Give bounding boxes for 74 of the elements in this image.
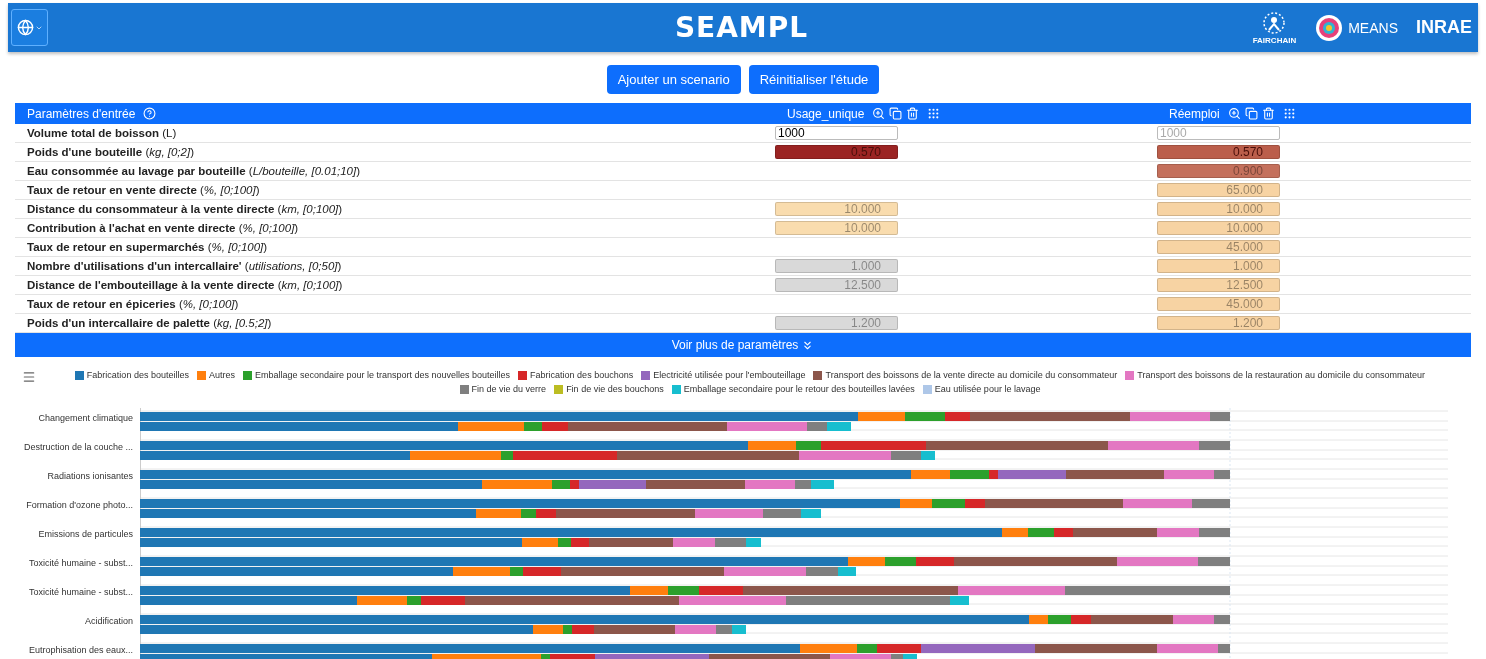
legend-label[interactable]: Transport des boissons de la vente directe au domicile du consommateur [825,370,1118,380]
legend-label[interactable]: Emballage secondaire pour le retour des bouteilles lavées [683,384,915,394]
value-field[interactable]: 12.500 [1157,278,1280,292]
trash-icon[interactable] [906,107,920,120]
legend-label[interactable]: Electricité utilisée pour l'embouteillage [653,370,806,380]
bar-segment [1028,528,1054,537]
logo: FAIRCHAIN [1252,10,1297,45]
value-field[interactable]: 10.000 [1157,221,1280,235]
category-label: Destruction de la couche ... [22,442,133,454]
copy-icon[interactable] [889,107,903,120]
parameter-label: Eau consommée au lavage par bouteille (L/bouteille, [0.01;10]) [26,165,362,177]
input-field[interactable]: 1000 [775,126,898,140]
scenario-title: Usage_unique [787,106,865,121]
column-title: Paramètres d'entrée [27,106,136,121]
parameter-label: Distance du consommateur à la vente directe (km, [0;100]) [26,203,344,215]
legend-label[interactable]: Eau utilisée pour le lavage [934,384,1041,394]
globe-icon [16,19,34,36]
logo: INRAE [1416,17,1472,38]
value-field[interactable]: 1.000 [775,259,898,273]
value-field[interactable]: 45.000 [1157,240,1280,254]
category-label: Toxicité humaine - subst... [27,587,133,599]
show-more-button[interactable]: Voir plus de paramètres [15,333,1471,357]
legend-label[interactable]: Autres [208,370,235,380]
parameter-label: Contribution à l'achat en vente directe (%, [0;100]) [26,222,300,234]
category-label: Toxicité humaine - subst... [27,558,133,570]
parameter-label: Poids d'une bouteille (kg, [0;2]) [26,146,195,158]
parameter-label: Nombre d'utilisations d'un intercallaire' (utilisations, [0;50]) [26,260,343,272]
action-button[interactable]: Réinitialiser l'étude [748,65,880,94]
bar-segment [1199,528,1230,537]
scenario-title: Réemploi [1169,106,1220,121]
category-label: Emissions de particules [37,529,133,541]
value-field[interactable]: 1.200 [775,316,898,330]
legend-label[interactable]: Fin de vie des bouchons [566,384,664,394]
grid-icon[interactable] [1282,107,1296,120]
bar-segment [1048,615,1071,624]
value-field[interactable]: 45.000 [1157,297,1280,311]
parameter-label: Taux de retour en épiceries (%, [0;100]) [26,298,240,310]
category-label: Changement climatique [37,413,133,425]
category-label: Radiations ionisantes [46,471,133,483]
value-field[interactable]: 0.570 [1157,145,1280,159]
zoom-icon[interactable] [1227,107,1241,120]
bar-segment [885,557,916,566]
legend-label[interactable]: Fabrication des bouchons [530,370,634,380]
value-field[interactable]: 65.000 [1157,183,1280,197]
legend-label[interactable]: Fabrication des bouteilles [86,370,189,380]
value-field[interactable]: 10.000 [1157,202,1280,216]
legend-label[interactable]: Transport des boissons de la restauration au domicile du consommateur [1137,370,1426,380]
grid-icon[interactable] [927,107,941,120]
zoom-icon[interactable] [872,107,886,120]
legend-label[interactable]: Emballage secondaire pour le transport des nouvelles bouteilles [254,370,511,380]
value-field[interactable]: 12.500 [775,278,898,292]
parameter-label: Poids d'un intercallaire de palette (kg, [0.5;2]) [26,317,273,329]
category-label: Formation d'ozone photo... [25,500,133,512]
action-button[interactable]: Ajouter un scenario [606,65,741,94]
value-field[interactable]: 1.000 [1157,259,1280,273]
copy-icon[interactable] [1244,107,1258,120]
parameter-label: Distance de l'embouteillage à la vente directe (km, [0;100]) [26,279,344,291]
value-field[interactable]: 0.570 [775,145,898,159]
parameter-label: Taux de retour en vente directe (%, [0;100]) [26,184,261,196]
legend-label[interactable]: Fin de vie du verre [471,384,547,394]
trash-icon[interactable] [1261,107,1275,120]
value-field[interactable]: 10.000 [775,202,898,216]
category-label: Acidification [83,616,133,628]
value-field[interactable]: 10.000 [775,221,898,235]
app-title: SEAMPL [674,11,809,44]
value-field[interactable]: 0.900 [1157,164,1280,178]
parameter-label: Taux de retour en supermarchés (%, [0;100]) [26,241,269,253]
parameter-label: Volume total de boisson (L) [26,127,178,139]
category-label: Eutrophisation des eaux... [27,645,133,657]
value-field[interactable]: 1.200 [1157,316,1280,330]
logo: MEANS [1314,12,1398,43]
menu-icon[interactable] [22,370,36,384]
help-icon[interactable] [143,107,157,120]
language-button[interactable] [11,9,48,46]
